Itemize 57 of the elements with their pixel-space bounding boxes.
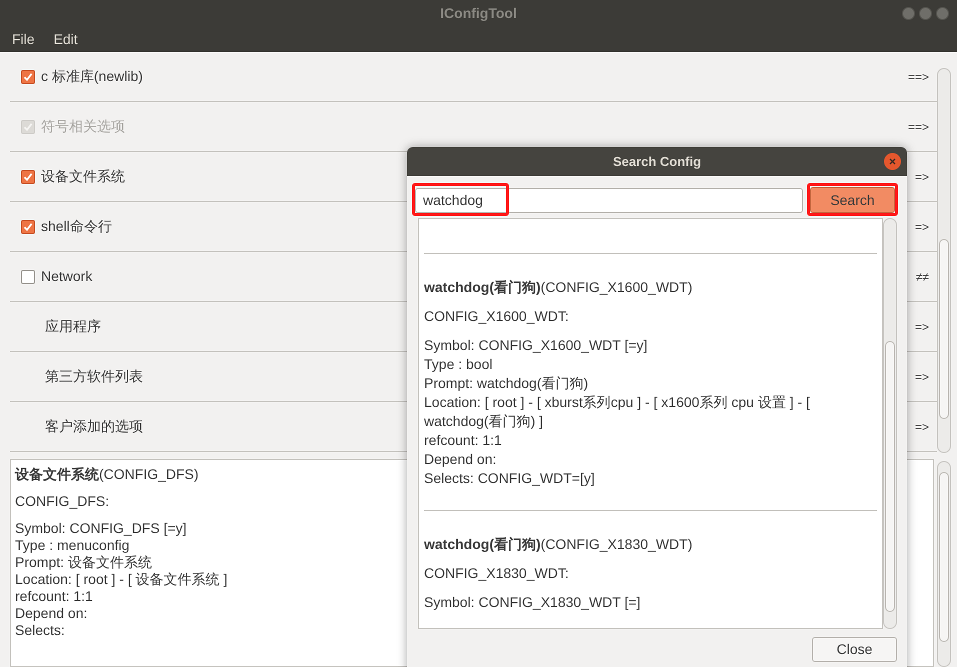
close-icon[interactable]	[884, 153, 901, 170]
menu-item[interactable]: Edit	[54, 28, 78, 50]
submenu-arrow[interactable]: =>	[914, 218, 929, 236]
result-text: Prompt: watchdog(看门狗)	[424, 374, 588, 393]
close-button[interactable]: Close	[812, 637, 897, 662]
scrollbar-thumb[interactable]	[939, 239, 949, 419]
search-field[interactable]: watchdog	[415, 188, 803, 212]
details-text: Symbol: CONFIG_DFS [=y]	[15, 520, 187, 537]
maximize-button[interactable]	[919, 7, 932, 20]
checkbox[interactable]	[21, 220, 35, 234]
checkbox[interactable]	[21, 270, 35, 284]
scrollbar[interactable]	[883, 218, 897, 629]
window-title: IConfigTool	[440, 4, 517, 23]
result-text: watchdog(看门狗)(CONFIG_X1830_WDT)	[424, 535, 692, 554]
result-text: CONFIG_X1830_WDT:	[424, 564, 569, 583]
close-button[interactable]	[936, 7, 949, 20]
details-text: refcount: 1:1	[15, 588, 93, 605]
option-label: 客户添加的选项	[45, 417, 143, 436]
submenu-arrow[interactable]: ≠≠	[916, 268, 929, 286]
option-label: Network	[41, 267, 92, 286]
result-text: watchdog(看门狗)(CONFIG_X1600_WDT)	[424, 278, 692, 297]
submenu-arrow[interactable]: =>	[914, 318, 929, 336]
option-row[interactable]: c 标准库(newlib) ==>	[10, 52, 937, 102]
result-text: Symbol: CONFIG_X1600_WDT [=y]	[424, 336, 648, 355]
result-text: Symbol: CONFIG_X1830_WDT [=]	[424, 593, 640, 612]
details-text: 设备文件系统(CONFIG_DFS)	[15, 466, 199, 483]
option-label: shell命令行	[41, 217, 112, 236]
submenu-arrow[interactable]: =>	[914, 418, 929, 436]
option-label: 符号相关选项	[41, 117, 125, 136]
submenu-arrow[interactable]: =>	[914, 168, 929, 186]
result-text: Depend on:	[424, 450, 496, 469]
result-text: CONFIG_X1600_WDT:	[424, 307, 569, 326]
details-text: CONFIG_DFS:	[15, 493, 110, 510]
details-text: Location: [ root ] - [ 设备文件系统 ]	[15, 571, 228, 588]
submenu-arrow[interactable]: =>	[914, 368, 929, 386]
search-button[interactable]: Search	[810, 187, 895, 213]
checkbox[interactable]	[21, 70, 35, 84]
minimize-button[interactable]	[902, 7, 915, 20]
menu-item[interactable]: File	[12, 28, 35, 50]
scrollbar-thumb[interactable]	[885, 341, 895, 612]
details-text: Depend on:	[15, 605, 88, 622]
details-text: Prompt: 设备文件系统	[15, 554, 152, 571]
checkbox[interactable]	[21, 170, 35, 184]
scrollbar[interactable]	[937, 461, 951, 667]
result-text: Selects: CONFIG_WDT=[y]	[424, 469, 595, 488]
result-text: refcount: 1:1	[424, 431, 502, 450]
result-text: Type : bool	[424, 355, 492, 374]
option-label: c 标准库(newlib)	[41, 67, 143, 86]
dialog-title: Search Config	[612, 152, 702, 171]
option-label: 设备文件系统	[41, 167, 125, 186]
details-text: Selects:	[15, 622, 65, 639]
details-text: Type : menuconfig	[15, 537, 130, 554]
scrollbar-thumb[interactable]	[939, 472, 949, 642]
submenu-arrow[interactable]: ==>	[908, 68, 929, 86]
option-label: 第三方软件列表	[45, 367, 143, 386]
option-label: 应用程序	[45, 317, 101, 336]
scrollbar[interactable]	[937, 68, 951, 453]
